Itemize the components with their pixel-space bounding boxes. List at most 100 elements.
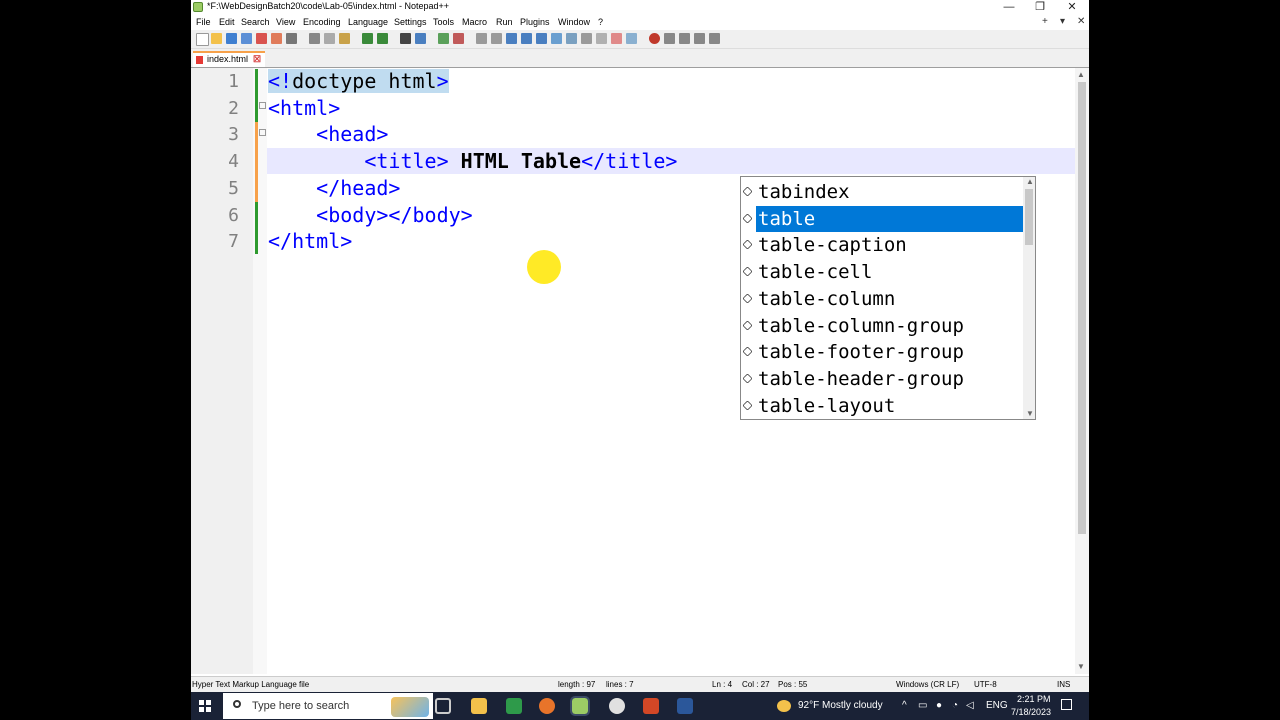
task-view-icon[interactable]: [435, 698, 451, 714]
autocomplete-item[interactable]: table-column: [741, 286, 1023, 312]
autocomplete-item[interactable]: table-footer-group: [741, 339, 1023, 365]
close-file-icon[interactable]: [256, 33, 267, 44]
zoom-in-icon[interactable]: [438, 33, 449, 44]
code-text[interactable]: <title> HTML Table</title>: [268, 148, 677, 175]
wifi-icon[interactable]: ◔: [952, 700, 958, 711]
autocomplete-popup[interactable]: tabindex table table-caption table-cell tabl…: [740, 176, 1036, 420]
play-macro-icon[interactable]: [679, 33, 690, 44]
udl-icon[interactable]: [551, 33, 562, 44]
find-icon[interactable]: [400, 33, 411, 44]
indent-guide-icon[interactable]: [536, 33, 547, 44]
language-indicator[interactable]: ENG: [986, 700, 1008, 711]
menu-search[interactable]: Search: [241, 17, 270, 27]
undo-icon[interactable]: [362, 33, 373, 44]
cut-icon[interactable]: [309, 33, 320, 44]
clock-date[interactable]: 7/18/2023: [1011, 707, 1051, 717]
menu-tools[interactable]: Tools: [433, 17, 454, 27]
firefox-icon[interactable]: [539, 698, 555, 714]
code-text[interactable]: <!doctype html>: [268, 68, 449, 95]
autocomplete-item[interactable]: tabindex: [741, 179, 1023, 205]
word-wrap-icon[interactable]: [506, 33, 517, 44]
code-line[interactable]: 4 <title> HTML Table</title>: [191, 148, 1075, 175]
stop-macro-icon[interactable]: [664, 33, 675, 44]
powerpoint-icon[interactable]: [643, 698, 659, 714]
autocomplete-item[interactable]: table: [741, 205, 1024, 232]
autocomplete-item[interactable]: table-layout: [741, 393, 1023, 419]
minimize-button[interactable]: —: [994, 0, 1024, 15]
code-text[interactable]: </html>: [268, 228, 352, 255]
menu-window[interactable]: Window: [558, 17, 590, 27]
doc-map-icon[interactable]: [566, 33, 577, 44]
notepadpp-taskbar-icon[interactable]: [570, 696, 590, 716]
restore-button[interactable]: ❐: [1025, 0, 1055, 15]
menu-settings[interactable]: Settings: [394, 17, 427, 27]
autocomplete-item[interactable]: table-caption: [741, 232, 1023, 258]
vertical-scrollbar[interactable]: ▲ ▼: [1075, 68, 1089, 674]
scroll-up-icon[interactable]: ▲: [1077, 70, 1085, 79]
code-line[interactable]: 1 <!doctype html>: [191, 68, 1075, 95]
app-icon[interactable]: [506, 698, 522, 714]
windows-start-icon[interactable]: [199, 700, 211, 712]
sync-v-icon[interactable]: [476, 33, 487, 44]
autocomplete-item[interactable]: table-cell: [741, 259, 1023, 285]
autocomplete-item[interactable]: table-column-group: [741, 313, 1023, 339]
menu-edit[interactable]: Edit: [219, 17, 235, 27]
menu-view[interactable]: View: [276, 17, 295, 27]
chrome-icon[interactable]: [609, 698, 625, 714]
clock-time[interactable]: 2:21 PM: [1017, 694, 1051, 704]
close-all-icon[interactable]: [271, 33, 282, 44]
redo-icon[interactable]: [377, 33, 388, 44]
code-line[interactable]: 2 <html>: [191, 95, 1075, 122]
scroll-thumb[interactable]: [1078, 82, 1086, 534]
doc-list-icon[interactable]: [611, 33, 622, 44]
autocomplete-item[interactable]: table-header-group: [741, 366, 1023, 392]
word-icon[interactable]: [677, 698, 693, 714]
code-text[interactable]: </head>: [268, 175, 400, 202]
menu-help[interactable]: ?: [598, 17, 603, 27]
monitoring-icon[interactable]: [626, 33, 637, 44]
taskbar-search-box[interactable]: Type here to search: [223, 693, 433, 719]
menu-file[interactable]: File: [196, 17, 211, 27]
menu-run[interactable]: Run: [496, 17, 513, 27]
open-file-icon[interactable]: [211, 33, 222, 44]
volume-icon[interactable]: ◁: [966, 700, 974, 711]
close-doc-icon[interactable]: ✕: [1077, 16, 1085, 27]
menu-language[interactable]: Language: [348, 17, 388, 27]
save-macro-icon[interactable]: [709, 33, 720, 44]
weather-text[interactable]: 92°F Mostly cloudy: [798, 700, 883, 711]
record-macro-icon[interactable]: [649, 33, 660, 44]
save-all-icon[interactable]: [241, 33, 252, 44]
run-macro-multiple-icon[interactable]: [694, 33, 705, 44]
code-text[interactable]: <body></body>: [268, 202, 473, 229]
tab-close-icon[interactable]: ☒: [253, 54, 261, 65]
new-file-icon[interactable]: [196, 33, 209, 46]
notification-icon[interactable]: [1061, 699, 1072, 710]
network-icon[interactable]: ▭: [918, 700, 927, 711]
scroll-down-icon[interactable]: ▼: [1077, 662, 1085, 671]
scroll-up-icon[interactable]: ▲: [1026, 177, 1034, 186]
close-button[interactable]: ✕: [1057, 0, 1087, 15]
code-text[interactable]: <head>: [268, 121, 388, 148]
paste-icon[interactable]: [339, 33, 350, 44]
replace-icon[interactable]: [415, 33, 426, 44]
show-all-icon[interactable]: [521, 33, 532, 44]
folder-workspace-icon[interactable]: [596, 33, 607, 44]
show-hidden-icons[interactable]: ^: [902, 700, 907, 711]
microphone-icon[interactable]: ●: [936, 700, 942, 711]
autocomplete-scrollbar[interactable]: ▲ ▼: [1023, 177, 1035, 419]
autocomplete-scroll-thumb[interactable]: [1025, 189, 1033, 245]
code-text[interactable]: <html>: [268, 95, 340, 122]
sync-h-icon[interactable]: [491, 33, 502, 44]
scroll-down-icon[interactable]: ▼: [1026, 409, 1034, 418]
menu-plugins[interactable]: Plugins: [520, 17, 550, 27]
menu-encoding[interactable]: Encoding: [303, 17, 341, 27]
weather-icon[interactable]: [777, 700, 791, 712]
print-icon[interactable]: [286, 33, 297, 44]
file-explorer-icon[interactable]: [471, 698, 487, 714]
new-tab-icon[interactable]: +: [1042, 16, 1048, 27]
copy-icon[interactable]: [324, 33, 335, 44]
zoom-out-icon[interactable]: [453, 33, 464, 44]
save-icon[interactable]: [226, 33, 237, 44]
tab-index-html[interactable]: index.html ☒: [193, 51, 265, 67]
menu-macro[interactable]: Macro: [462, 17, 487, 27]
